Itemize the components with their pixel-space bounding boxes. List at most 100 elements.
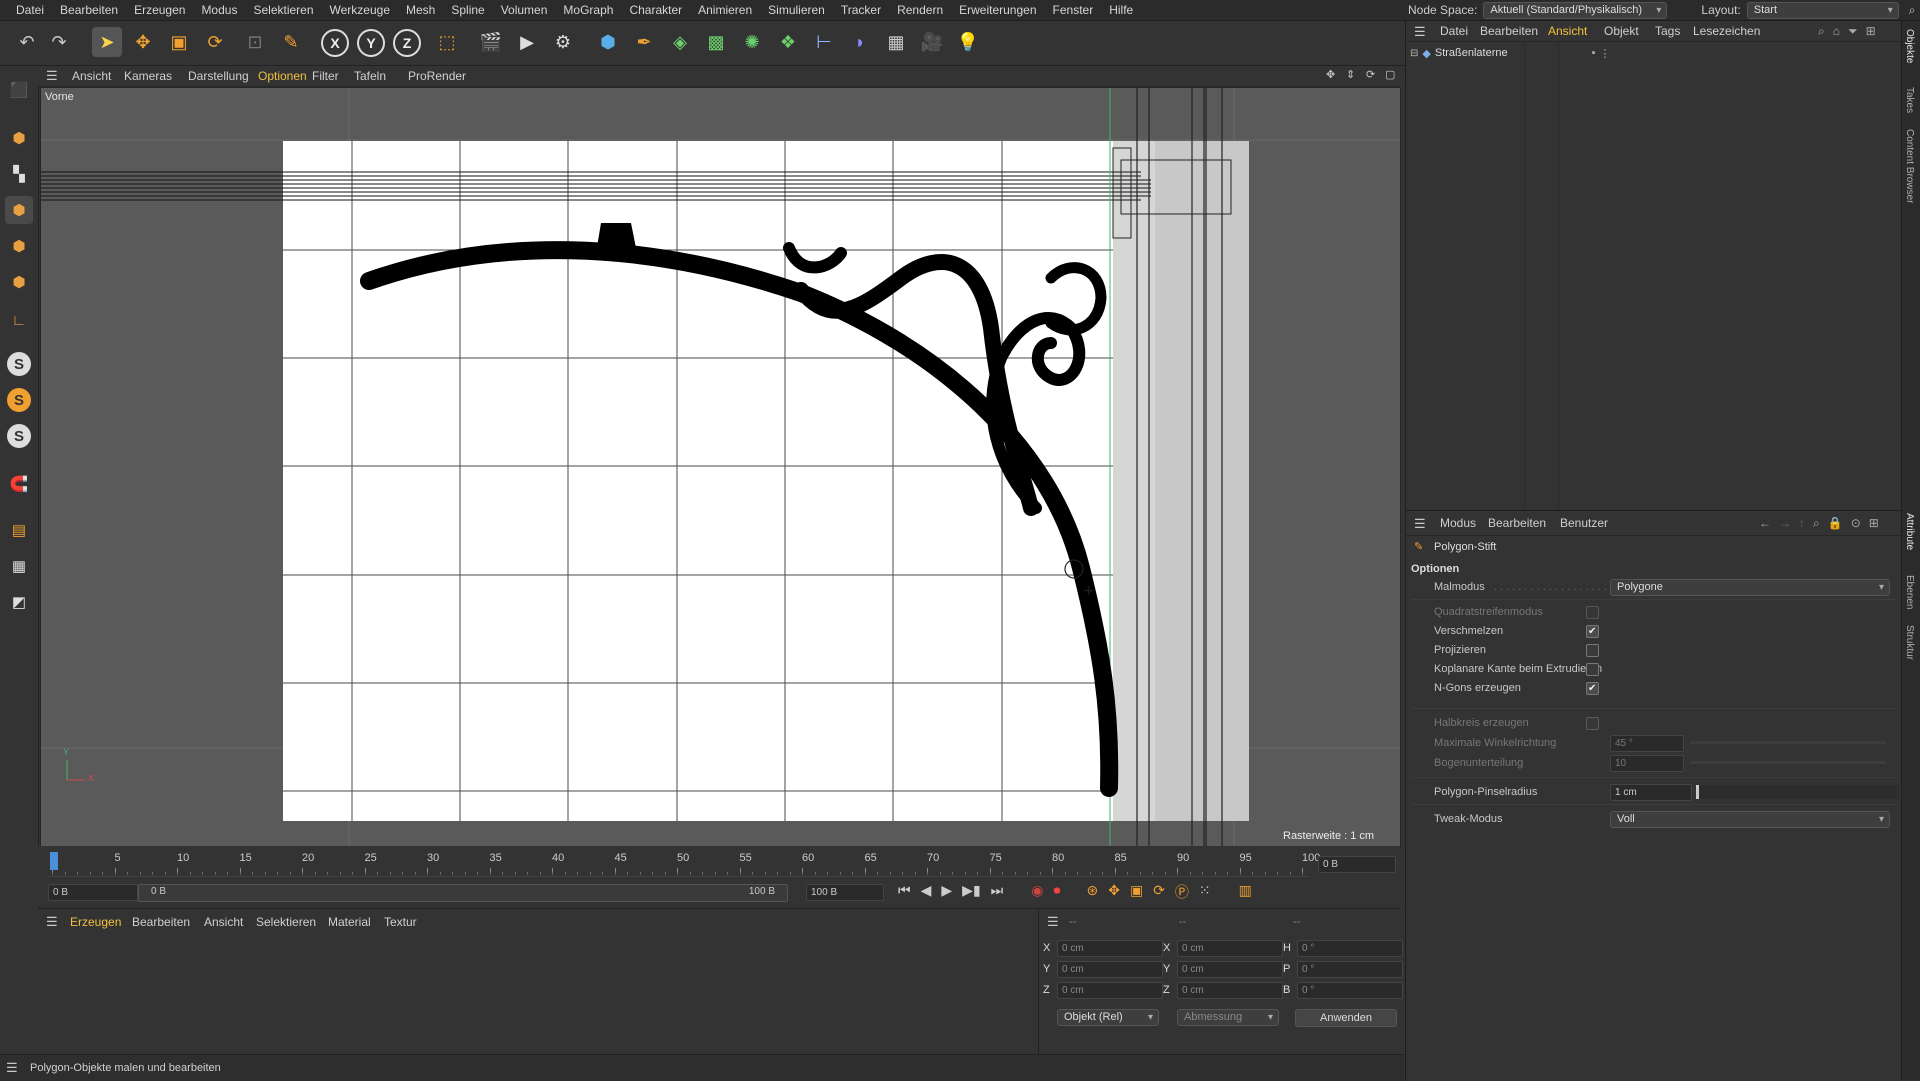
- subdivision-icon[interactable]: ◈: [665, 27, 695, 57]
- axis-z-button[interactable]: Z: [393, 29, 421, 57]
- tab-structure[interactable]: Struktur: [1904, 625, 1915, 660]
- make-editable-icon[interactable]: ⬛: [5, 76, 33, 104]
- back-arrow-icon[interactable]: ←: [1759, 516, 1771, 531]
- coord-position-field[interactable]: 0 cm: [1057, 961, 1163, 978]
- playhead[interactable]: [50, 852, 58, 870]
- menu-item-fenster[interactable]: Fenster: [1045, 3, 1102, 17]
- object-menu-bearbeiten[interactable]: Bearbeiten: [1480, 24, 1538, 38]
- mograph-icon[interactable]: ❖: [773, 27, 803, 57]
- apply-button[interactable]: Anwenden: [1295, 1009, 1397, 1027]
- option-checkbox[interactable]: [1586, 644, 1599, 657]
- texture-mode-icon[interactable]: ▚: [5, 160, 33, 188]
- layout-dropdown[interactable]: Start: [1746, 1, 1899, 19]
- tab-content-browser[interactable]: Content Browser: [1904, 129, 1915, 203]
- snap-s-icon-3[interactable]: S: [7, 424, 31, 448]
- next-key-icon[interactable]: ▶▮: [962, 882, 980, 902]
- menu-item-animieren[interactable]: Animieren: [690, 3, 760, 17]
- select-tool-icon[interactable]: ➤: [92, 27, 122, 57]
- polygon-pen-icon[interactable]: ✎: [276, 27, 306, 57]
- max-angle-field[interactable]: 45 °: [1610, 735, 1684, 752]
- viewport-menu-prorender[interactable]: ProRender: [408, 66, 466, 86]
- polygons-mode-icon[interactable]: ⬢: [5, 268, 33, 296]
- previous-key-icon[interactable]: ◀: [921, 882, 932, 902]
- autokey-icon[interactable]: ⏺: [1053, 882, 1060, 902]
- model-mode-icon[interactable]: ⬢: [5, 124, 33, 152]
- current-frame-field[interactable]: 0 B: [48, 884, 138, 901]
- coord-position-field[interactable]: 0 cm: [1057, 940, 1163, 957]
- end-frame-field[interactable]: 100 B: [806, 884, 884, 901]
- attr-menu-icon[interactable]: ☰: [1414, 516, 1426, 532]
- pan-icon[interactable]: ✥: [1326, 68, 1335, 81]
- forward-arrow-icon[interactable]: →: [1779, 516, 1791, 531]
- brush-radius-field[interactable]: 1 cm: [1610, 784, 1692, 801]
- light-icon[interactable]: 💡: [953, 27, 983, 57]
- coord-position-field[interactable]: 0 cm: [1057, 982, 1163, 999]
- snap-s-icon-1[interactable]: S: [7, 352, 31, 376]
- key-rotation-icon[interactable]: ⟳: [1153, 882, 1165, 902]
- recent-tool-icon[interactable]: ⊡: [240, 27, 270, 57]
- menu-item-mesh[interactable]: Mesh: [398, 3, 443, 17]
- attr-menu-modus[interactable]: Modus: [1440, 516, 1476, 530]
- key-position-icon[interactable]: ✥: [1108, 882, 1120, 902]
- object-menu-ansicht[interactable]: Ansicht: [1548, 24, 1587, 38]
- home-icon[interactable]: ⌂: [1833, 24, 1840, 39]
- coord-size-field[interactable]: 0 cm: [1177, 940, 1283, 957]
- viewport-menu-darstellung[interactable]: Darstellung: [188, 66, 249, 86]
- hamburger-icon[interactable]: ☰: [46, 68, 58, 84]
- menu-item-volumen[interactable]: Volumen: [493, 3, 556, 17]
- viewport-menu-optionen[interactable]: Optionen: [258, 66, 307, 86]
- deformer-icon[interactable]: ⊢: [809, 27, 839, 57]
- points-mode-icon[interactable]: ⬢: [5, 196, 33, 224]
- key-param-icon[interactable]: Ⓟ: [1175, 882, 1189, 902]
- maximize-view-icon[interactable]: ▢: [1385, 68, 1395, 81]
- menu-item-charakter[interactable]: Charakter: [621, 3, 690, 17]
- axis-x-button[interactable]: X: [321, 29, 349, 57]
- workplane-rotate-icon[interactable]: ◩: [5, 588, 33, 616]
- object-menu-objekt[interactable]: Objekt: [1604, 24, 1639, 38]
- tweak-mode-dropdown[interactable]: Voll: [1610, 811, 1890, 828]
- redo-icon[interactable]: ↷: [44, 27, 74, 57]
- snap-s-icon-2[interactable]: S: [7, 388, 31, 412]
- menu-item-selektieren[interactable]: Selektieren: [245, 3, 321, 17]
- axis-mode-icon[interactable]: ∟: [5, 306, 33, 334]
- menu-item-datei[interactable]: Datei: [8, 3, 52, 17]
- coordinate-system-icon[interactable]: ⬚: [432, 27, 462, 57]
- menu-item-tracker[interactable]: Tracker: [833, 3, 889, 17]
- filter-icon[interactable]: ⏷: [1848, 24, 1858, 39]
- node-space-dropdown[interactable]: Aktuell (Standard/Physikalisch): [1483, 1, 1668, 19]
- attr-menu-benutzer[interactable]: Benutzer: [1560, 516, 1608, 530]
- option-checkbox[interactable]: [1586, 623, 1599, 641]
- object-menu-datei[interactable]: Datei: [1440, 24, 1468, 38]
- material-menu-ansicht[interactable]: Ansicht: [204, 915, 243, 929]
- field-icon[interactable]: ◗: [845, 27, 875, 57]
- play-icon[interactable]: ▶: [941, 882, 952, 902]
- zoom-icon[interactable]: ⇕: [1346, 68, 1355, 81]
- visibility-toggle-icon[interactable]: ▪: [1592, 47, 1596, 59]
- object-menu-tags[interactable]: Tags: [1655, 24, 1680, 38]
- cloner-icon[interactable]: ✺: [737, 27, 767, 57]
- viewport-menu-filter[interactable]: Filter: [312, 66, 339, 86]
- viewport[interactable]: + Vorne Y X Rasterweite : 1 cm: [40, 87, 1401, 848]
- cube-icon[interactable]: ⬢: [593, 27, 623, 57]
- up-arrow-icon[interactable]: ↑: [1799, 516, 1805, 531]
- coord-size-field[interactable]: 0 cm: [1177, 982, 1283, 999]
- floor-icon[interactable]: ▦: [881, 27, 911, 57]
- magnet-icon[interactable]: 🧲: [5, 470, 33, 498]
- menu-item-spline[interactable]: Spline: [443, 3, 492, 17]
- object-name[interactable]: Straßenlaterne: [1435, 47, 1508, 59]
- menu-item-rendern[interactable]: Rendern: [889, 3, 951, 17]
- go-to-start-icon[interactable]: ⏮: [898, 882, 911, 902]
- camera-icon[interactable]: 🎥: [917, 27, 947, 57]
- max-angle-slider[interactable]: [1690, 741, 1886, 744]
- material-menu-selektieren[interactable]: Selektieren: [256, 915, 316, 929]
- menu-item-bearbeiten[interactable]: Bearbeiten: [52, 3, 126, 17]
- paint-mode-dropdown[interactable]: Polygone: [1610, 579, 1890, 596]
- coord-menu-icon[interactable]: ☰: [1047, 914, 1059, 930]
- status-menu-icon[interactable]: ☰: [6, 1060, 18, 1076]
- coord-rotation-field[interactable]: 0 °: [1297, 961, 1403, 978]
- menu-item-modus[interactable]: Modus: [193, 3, 245, 17]
- lock-icon[interactable]: 🔒: [1828, 516, 1843, 531]
- menu-item-werkzeuge[interactable]: Werkzeuge: [322, 3, 398, 17]
- settings-icon[interactable]: ⊙: [1851, 516, 1861, 531]
- key-pla-icon[interactable]: ⁙: [1199, 882, 1211, 902]
